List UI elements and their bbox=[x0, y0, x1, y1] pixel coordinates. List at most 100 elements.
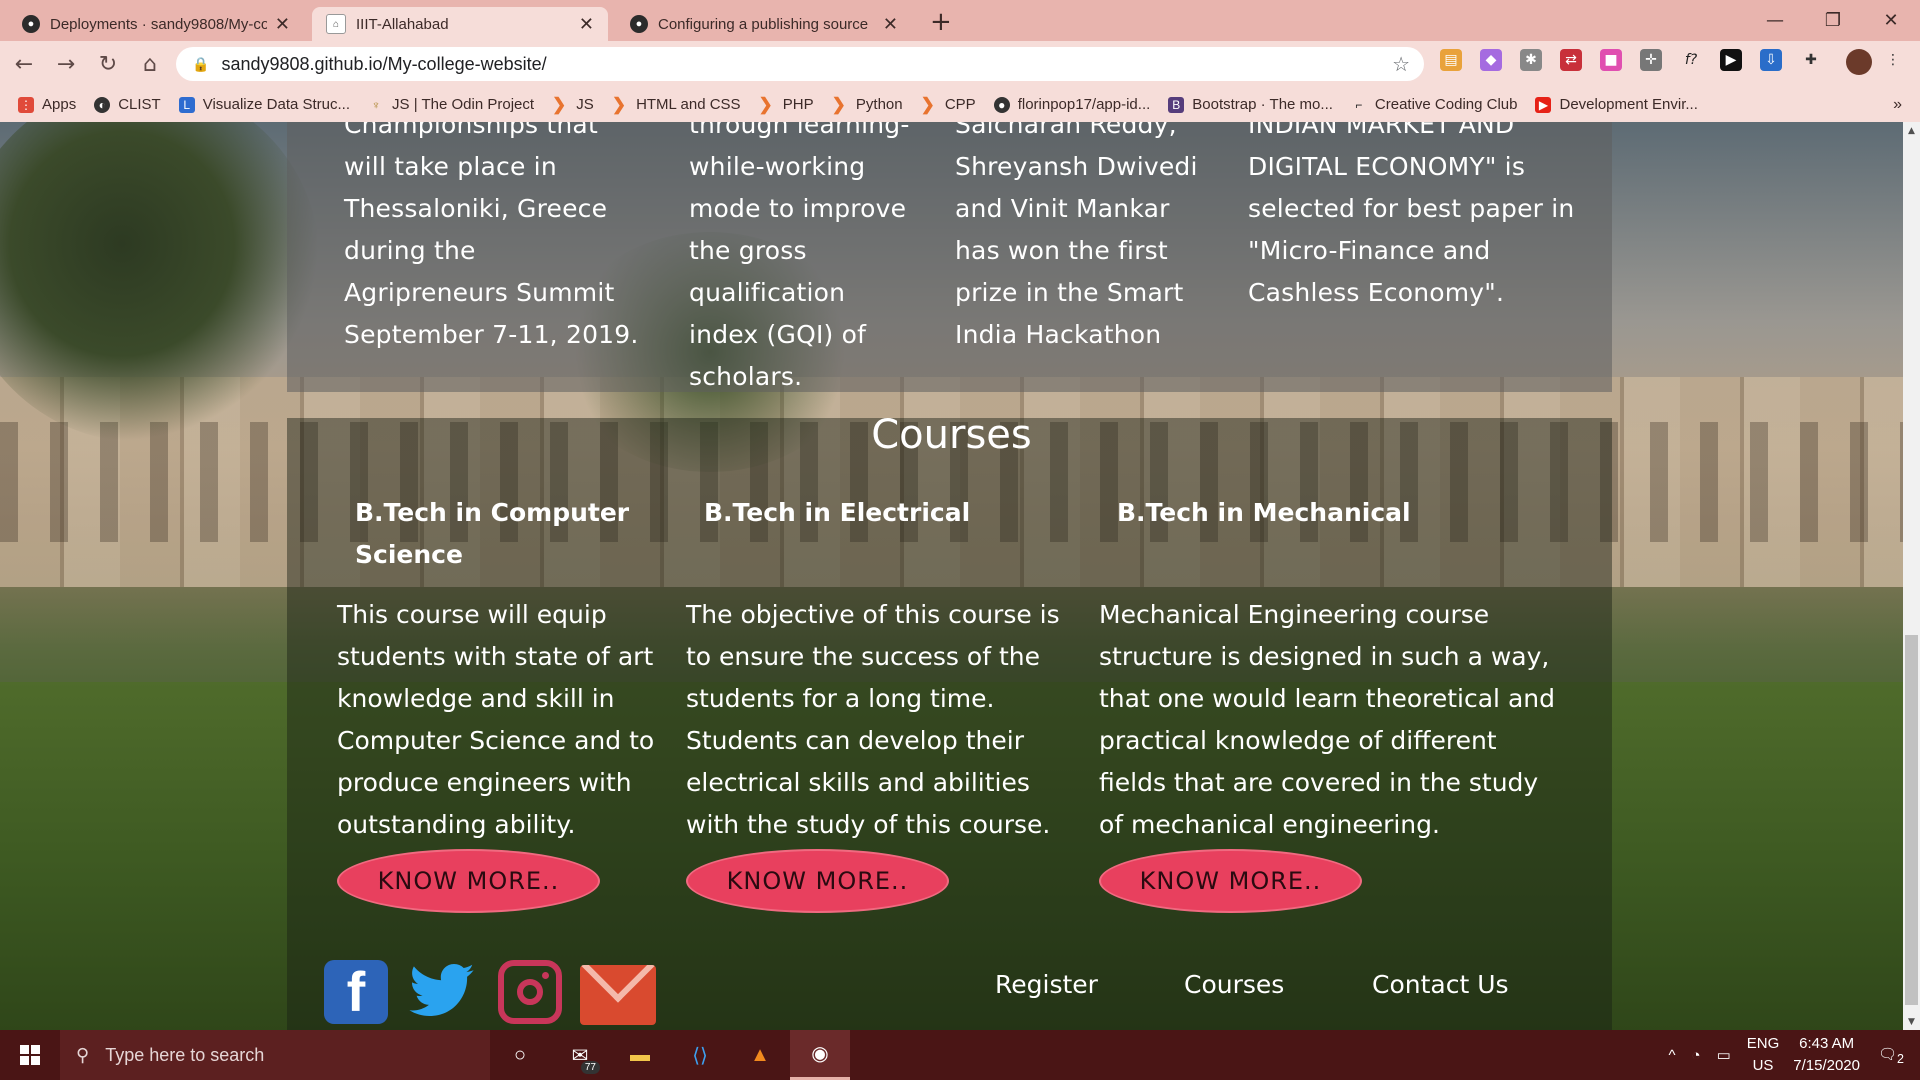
bookmark-label: CLIST bbox=[118, 96, 161, 113]
youtube-icon: ▶ bbox=[1535, 96, 1552, 113]
scroll-up-icon[interactable]: ▲ bbox=[1903, 122, 1920, 139]
bookmark-label: Development Envir... bbox=[1559, 96, 1698, 113]
bookmark-label: JS bbox=[576, 96, 594, 113]
url-text: sandy9808.github.io/My-college-website/ bbox=[221, 53, 547, 74]
vscode-icon[interactable]: ⟨⟩ bbox=[670, 1030, 730, 1080]
new-tab-button[interactable]: + bbox=[930, 7, 952, 37]
tab-title: IIIT-Allahabad bbox=[356, 15, 449, 33]
minimize-icon[interactable]: — bbox=[1746, 0, 1804, 40]
reload-icon[interactable]: ↻ bbox=[90, 52, 126, 77]
bookmark-odin[interactable]: ♆ JS | The Odin Project bbox=[368, 96, 535, 113]
bookmark-label: florinpop17/app-id... bbox=[1017, 96, 1151, 113]
apps-grid-icon: ⋮ bbox=[18, 96, 34, 113]
extension-icon[interactable]: ⇄ bbox=[1560, 49, 1582, 71]
tab-title: Configuring a publishing source bbox=[658, 15, 869, 33]
bookmark-js[interactable]: ❯ JS bbox=[552, 95, 594, 115]
wifi-icon[interactable]: ◔ bbox=[1692, 1047, 1701, 1064]
taskbar-search[interactable]: ⚲ Type here to search bbox=[60, 1030, 490, 1080]
bookmark-clist[interactable]: ◐ CLIST bbox=[94, 96, 161, 113]
bug-icon[interactable]: ✱ bbox=[1520, 49, 1542, 71]
course-heading: B.Tech in Mechanical bbox=[1117, 498, 1411, 527]
lock-icon[interactable]: 🔒 bbox=[192, 56, 209, 73]
puzzle-icon[interactable]: ✚ bbox=[1800, 49, 1822, 71]
extension-icon[interactable]: ▶ bbox=[1720, 49, 1742, 71]
extension-icon[interactable]: ◆ bbox=[1480, 49, 1502, 71]
bookmark-python[interactable]: ❯ Python bbox=[832, 95, 903, 115]
bookmark-apps[interactable]: ⋮ Apps bbox=[18, 96, 76, 113]
menu-kebab-icon[interactable]: ⋮ bbox=[1882, 49, 1904, 71]
tab-iiit-allahabad[interactable]: ⌂ IIIT-Allahabad ✕ bbox=[312, 7, 608, 41]
crosshair-icon[interactable]: ✛ bbox=[1640, 49, 1662, 71]
iiit-favicon: ⌂ bbox=[326, 14, 346, 34]
vlc-icon[interactable]: ▲ bbox=[730, 1030, 790, 1080]
know-more-button-mechanical[interactable]: KNOW MORE.. bbox=[1099, 849, 1362, 913]
bookmark-dev-env[interactable]: ▶ Development Envir... bbox=[1535, 96, 1698, 113]
bookmarks-bar: ⋮ Apps ◐ CLIST L Visualize Data Struc...… bbox=[0, 87, 1920, 122]
bookmark-florinpop[interactable]: ● florinpop17/app-id... bbox=[993, 96, 1151, 113]
facebook-icon[interactable]: f bbox=[324, 960, 388, 1024]
clock[interactable]: 6:43 AM 7/15/2020 bbox=[1793, 1033, 1860, 1077]
chevron-bookmark-icon: ❯ bbox=[611, 94, 627, 114]
close-icon[interactable]: ✕ bbox=[275, 14, 290, 35]
bookmark-label: Bootstrap · The mo... bbox=[1192, 96, 1333, 113]
bookmark-html-css[interactable]: ❯ HTML and CSS bbox=[612, 95, 741, 115]
scrollbar-thumb[interactable] bbox=[1905, 635, 1918, 1005]
footer-link-courses[interactable]: Courses bbox=[1184, 970, 1284, 999]
close-icon[interactable]: ✕ bbox=[579, 14, 594, 35]
clist-icon: ◐ bbox=[94, 96, 111, 113]
language-indicator[interactable]: ENG US bbox=[1747, 1033, 1780, 1077]
notifications-icon[interactable]: 🗨2 bbox=[1878, 1045, 1904, 1066]
search-placeholder: Type here to search bbox=[105, 1044, 265, 1065]
github-icon: ● bbox=[993, 96, 1010, 113]
address-bar[interactable]: 🔒 sandy9808.github.io/My-college-website… bbox=[176, 47, 1424, 81]
bookmark-label: HTML and CSS bbox=[636, 96, 741, 113]
bootstrap-icon: B bbox=[1168, 96, 1185, 113]
email-icon[interactable] bbox=[580, 965, 656, 1025]
tab-deployments[interactable]: ● Deployments · sandy9808/My-co ✕ bbox=[8, 7, 304, 41]
close-window-icon[interactable]: ✕ bbox=[1862, 0, 1920, 40]
bookmark-label: PHP bbox=[782, 96, 814, 113]
tray-chevron-icon[interactable]: ^ bbox=[1668, 1047, 1675, 1064]
footer-link-contact[interactable]: Contact Us bbox=[1372, 970, 1509, 999]
know-more-button-cs[interactable]: KNOW MORE.. bbox=[337, 849, 600, 913]
region-code: US bbox=[1752, 1057, 1774, 1074]
github-icon: ● bbox=[630, 15, 648, 33]
scroll-down-icon[interactable]: ▼ bbox=[1903, 1013, 1920, 1030]
page-scrollbar[interactable]: ▲ ▼ bbox=[1903, 122, 1920, 1030]
cortana-icon[interactable]: ○ bbox=[490, 1030, 550, 1080]
profile-avatar[interactable] bbox=[1846, 49, 1872, 75]
extension-icon[interactable]: ■ bbox=[1600, 49, 1622, 71]
know-more-button-electrical[interactable]: KNOW MORE.. bbox=[686, 849, 949, 913]
bookmarks-overflow-button[interactable]: » bbox=[1893, 96, 1902, 114]
mail-badge: 77 bbox=[580, 1061, 600, 1074]
chrome-icon[interactable]: ◉ bbox=[790, 1030, 850, 1080]
file-explorer-icon[interactable]: ▬ bbox=[610, 1030, 670, 1080]
clock-date: 7/15/2020 bbox=[1793, 1057, 1860, 1074]
tab-strip: ● Deployments · sandy9808/My-co ✕ ⌂ IIIT… bbox=[0, 0, 1920, 41]
bookmark-creative-coding[interactable]: ⌐ Creative Coding Club bbox=[1351, 96, 1517, 113]
home-icon[interactable]: ⌂ bbox=[132, 52, 168, 77]
restore-icon[interactable]: ❐ bbox=[1804, 0, 1862, 40]
bookmark-bootstrap[interactable]: B Bootstrap · The mo... bbox=[1168, 96, 1333, 113]
footer-link-register[interactable]: Register bbox=[995, 970, 1098, 999]
mail-app-icon[interactable]: ✉ 77 bbox=[550, 1030, 610, 1080]
bookmark-cpp[interactable]: ❯ CPP bbox=[921, 95, 976, 115]
font-finder-icon[interactable]: f? bbox=[1680, 49, 1702, 71]
battery-icon[interactable]: ▭ bbox=[1717, 1046, 1731, 1064]
bookmark-star-icon[interactable]: ☆ bbox=[1392, 52, 1410, 77]
forward-icon[interactable]: → bbox=[48, 52, 84, 77]
instagram-icon[interactable] bbox=[498, 960, 562, 1024]
close-icon[interactable]: ✕ bbox=[883, 14, 898, 35]
extension-icon[interactable]: ⇩ bbox=[1760, 49, 1782, 71]
achievement-text: INDIAN MARKET AND DIGITAL ECONOMY" is se… bbox=[1248, 122, 1575, 307]
tab-configuring-publishing-source[interactable]: ● Configuring a publishing source ✕ bbox=[616, 7, 912, 41]
start-button[interactable] bbox=[0, 1030, 60, 1080]
twitter-icon[interactable] bbox=[408, 960, 478, 1024]
bookmark-visualize[interactable]: L Visualize Data Struc... bbox=[178, 96, 350, 113]
bookmark-label: Python bbox=[855, 96, 903, 113]
page-viewport: Championships that will take place in Th… bbox=[0, 122, 1903, 1030]
achievement-text: Championships that will take place in Th… bbox=[344, 122, 639, 349]
back-icon[interactable]: ← bbox=[6, 52, 42, 77]
bookmark-php[interactable]: ❯ PHP bbox=[759, 95, 814, 115]
extension-icon[interactable]: ▤ bbox=[1440, 49, 1462, 71]
